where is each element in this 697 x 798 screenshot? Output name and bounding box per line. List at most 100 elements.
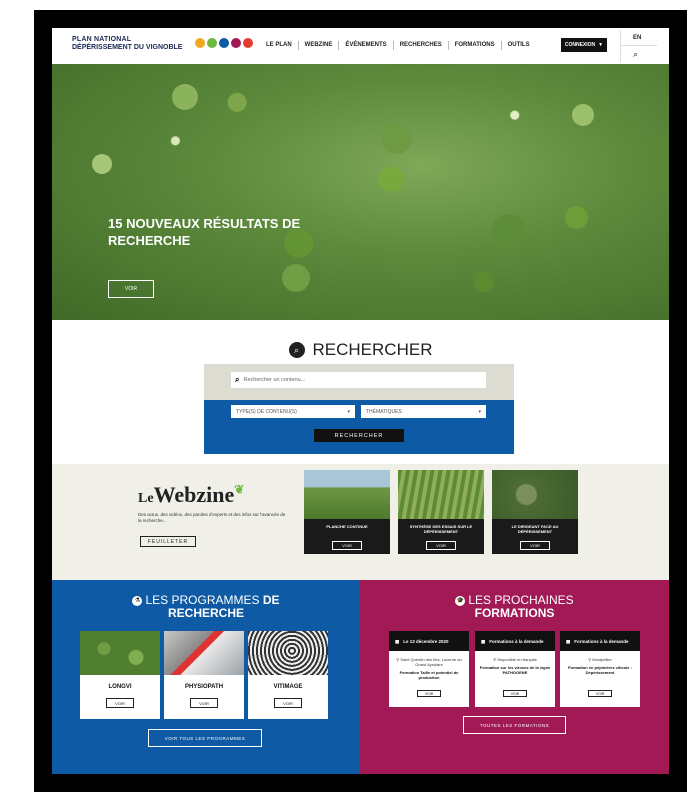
webzine-card-button[interactable]: VOIR — [520, 541, 550, 550]
formation-card-header: ▦ Formations à la demande — [560, 631, 640, 651]
hero-voir-button[interactable]: VOIR — [108, 280, 154, 298]
calendar-icon: ▦ — [395, 638, 400, 644]
leaf-icon: ❦ — [234, 482, 245, 497]
webzine-section: LeWebzine❦ Des actus, des vidéos, des pa… — [52, 464, 669, 580]
hero-decor — [492, 214, 526, 248]
main-nav: LE PLAN WEBZINE ÉVÉNEMENTS RECHERCHES FO… — [260, 41, 536, 50]
programmes-title-c: RECHERCHE — [167, 606, 244, 620]
chevron-down-icon: ▾ — [478, 408, 481, 415]
logo-badges — [195, 38, 253, 48]
page-frame: PLAN NATIONAL DÉPÉRISSEMENT DU VIGNOBLE … — [34, 10, 687, 792]
formation-date: Formations à la demande — [574, 638, 629, 644]
webzine-card-button[interactable]: VOIR — [332, 541, 362, 550]
badge-icon — [243, 38, 253, 48]
programme-card[interactable]: VITIMAGE VOIR — [248, 631, 328, 719]
webzine-logo-le: Le — [138, 491, 154, 506]
webzine-description: Des actus, des vidéos, des paroles d'exp… — [138, 512, 286, 523]
theme-select-label: THÉMATIQUES — [366, 408, 402, 415]
webzine-card-title: SYNTHÈSE DES ESSAIS SUR LE DÉPÉRISSEMENT — [409, 524, 473, 534]
webzine-card[interactable]: PLANCHE CONTINUE VOIR — [304, 470, 390, 554]
webzine-card-image — [398, 470, 484, 519]
programmes-title: ⚗ LES PROGRAMMES DE RECHERCHE — [52, 594, 360, 620]
nav-item-formations[interactable]: FORMATIONS — [449, 41, 502, 50]
programmes-title-a: LES PROGRAMMES — [145, 593, 260, 607]
programme-card-button[interactable]: VOIR — [274, 698, 302, 708]
search-section-title: ⌕ RECHERCHER — [52, 340, 669, 360]
all-formations-button[interactable]: TOUTES LES FORMATIONS — [463, 716, 566, 734]
search-title: RECHERCHER — [312, 340, 433, 359]
type-select-label: TYPE(S) DE CONTENU(S) — [236, 408, 297, 415]
formation-card-button[interactable]: VOIR — [503, 690, 527, 697]
formation-location-text: Saint Quentin des Iles, Lucerne du Grand… — [400, 657, 462, 667]
formations-title-a: LES PROCHAINES — [468, 593, 574, 607]
connexion-button[interactable]: CONNEXION ▼ — [561, 38, 607, 52]
webzine-logo-main: Webzine — [153, 482, 235, 507]
webzine-card-button[interactable]: VOIR — [426, 541, 456, 550]
formation-card[interactable]: ▦ Formations à la demande ⚲ Disponible en… — [475, 631, 555, 707]
badge-icon — [207, 38, 217, 48]
connexion-label: CONNEXION — [564, 42, 596, 48]
badge-icon — [219, 38, 229, 48]
programme-card-title: PHYSIOPATH — [184, 684, 224, 690]
formation-location: ⚲ Saint Quentin des Iles, Lucerne du Gra… — [389, 657, 469, 667]
formation-date: Le 13 décembre 2020 — [403, 638, 449, 644]
formation-title: Formation en pépinières viticole : Dépér… — [568, 665, 632, 675]
calendar-icon: ▦ — [566, 638, 571, 644]
formation-card-button[interactable]: VOIR — [588, 690, 612, 697]
formation-location: ⚲ Montpellier — [560, 657, 640, 662]
hero-decor — [572, 104, 594, 126]
search-icon[interactable]: ⌕ — [633, 49, 638, 60]
webzine-card-image — [492, 470, 578, 519]
search-placeholder: Rechercher un contenu... — [243, 377, 306, 383]
formation-card-button[interactable]: VOIR — [417, 690, 441, 697]
formation-title: Formation Taille et potentiel de product… — [399, 670, 459, 680]
site-logo[interactable]: PLAN NATIONAL DÉPÉRISSEMENT DU VIGNOBLE — [72, 36, 253, 56]
formation-location-text: Disponible en français — [497, 657, 537, 662]
programme-card-image — [248, 631, 328, 675]
all-programmes-button[interactable]: VOIR TOUS LES PROGRAMMES — [148, 729, 262, 747]
webzine-card[interactable]: LE DIRIGEANT FACE AU DÉPÉRISSEMENT VOIR — [492, 470, 578, 554]
type-select[interactable]: TYPE(S) DE CONTENU(S) ▾ — [231, 405, 355, 418]
search-input[interactable]: ⌕ Rechercher un contenu... — [231, 372, 486, 388]
webzine-card-title: PLANCHE CONTINUE — [326, 524, 368, 529]
hero-decor — [282, 264, 310, 292]
programme-card-image — [164, 631, 244, 675]
programmes-title-b: DE — [262, 593, 280, 607]
nav-item-plan[interactable]: LE PLAN — [260, 41, 299, 50]
search-button[interactable]: RECHERCHER — [314, 429, 404, 442]
formation-card-header: ▦ Le 13 décembre 2020 — [389, 631, 469, 651]
programme-card-button[interactable]: VOIR — [190, 698, 218, 708]
flask-icon: ⚗ — [132, 595, 143, 606]
language-switch[interactable]: EN — [633, 35, 641, 41]
divider — [621, 45, 657, 46]
formation-location-text: Montpellier — [592, 657, 612, 662]
nav-item-recherches[interactable]: RECHERCHES — [394, 41, 449, 50]
search-icon: ⌕ — [288, 342, 305, 358]
badge-icon — [231, 38, 241, 48]
site-header: PLAN NATIONAL DÉPÉRISSEMENT DU VIGNOBLE … — [52, 28, 669, 64]
formations-title: 🎓 LES PROCHAINES FORMATIONS — [360, 594, 669, 620]
hero-decor — [92, 154, 112, 174]
programme-card[interactable]: PHYSIOPATH VOIR — [164, 631, 244, 719]
nav-item-evenements[interactable]: ÉVÉNEMENTS — [339, 41, 394, 50]
nav-item-outils[interactable]: OUTILS — [502, 41, 536, 50]
formations-section: 🎓 LES PROCHAINES FORMATIONS ▦ Le 13 décemb… — [360, 580, 669, 774]
formation-card[interactable]: ▦ Formations à la demande ⚲ Montpellier F… — [560, 631, 640, 707]
graduation-icon: 🎓 — [455, 595, 466, 606]
webzine-card[interactable]: SYNTHÈSE DES ESSAIS SUR LE DÉPÉRISSEMENT… — [398, 470, 484, 554]
webzine-card-image — [304, 470, 390, 519]
badge-icon — [195, 38, 205, 48]
programme-card[interactable]: LONGVI VOIR — [80, 631, 160, 719]
header-side: EN ⌕ — [620, 30, 657, 62]
formation-location: ⚲ Disponible en français — [475, 657, 555, 662]
chevron-down-icon: ▾ — [347, 408, 350, 415]
programme-card-button[interactable]: VOIR — [106, 698, 134, 708]
programme-card-title: VITIMAGE — [273, 684, 303, 690]
programme-card-image — [80, 631, 160, 675]
feuilleter-button[interactable]: FEUILLETER — [140, 536, 196, 547]
theme-select[interactable]: THÉMATIQUES ▾ — [361, 405, 486, 418]
search-box: ⌕ Rechercher un contenu... TYPE(S) DE CO… — [204, 364, 514, 454]
hero-banner: 15 NOUVEAUX RÉSULTATS DE RECHERCHE VOIR — [52, 64, 669, 320]
formation-card[interactable]: ▦ Le 13 décembre 2020 ⚲ Saint Quentin des… — [389, 631, 469, 707]
nav-item-webzine[interactable]: WEBZINE — [299, 41, 340, 50]
